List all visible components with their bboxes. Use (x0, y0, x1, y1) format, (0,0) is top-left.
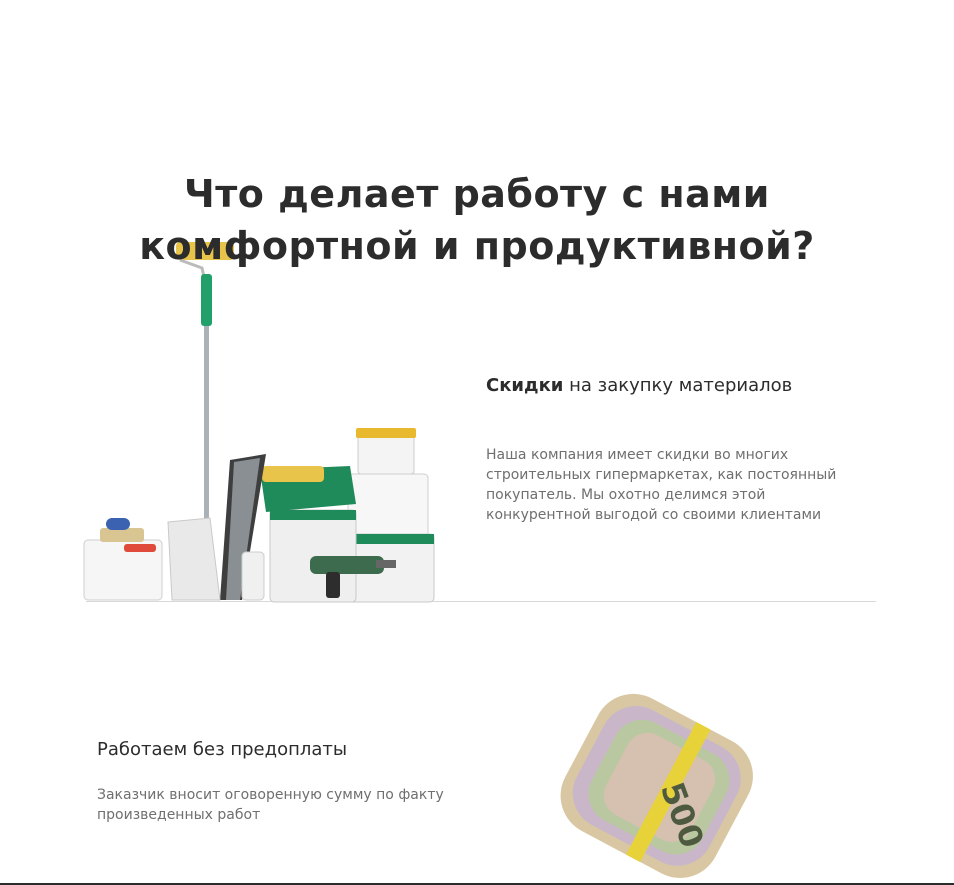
money-roll-image: 500 (560, 693, 753, 878)
feature-title-bold: Скидки (486, 375, 564, 396)
section-heading: Что делает работу с нами комфортной и пр… (0, 168, 954, 272)
text-line: Наша компания имеет скидки во многих (486, 447, 789, 463)
feature-title-rest: на закупку материалов (563, 375, 793, 396)
text-line: конкурентной выгодой со своими клиентами (486, 507, 822, 523)
feature-title-no-prepayment: Работаем без предоплаты (97, 739, 348, 760)
feature-text-no-prepayment: Заказчик вносит оговоренную сумму по фак… (97, 785, 457, 825)
heading-line-2: комфортной и продуктивной? (139, 224, 815, 268)
roller-handle (201, 274, 212, 326)
text-line: строительных гипермаркетах, как постоянн… (486, 467, 837, 483)
roller-pole (204, 326, 209, 526)
heading-line-1: Что делает работу с нами (184, 172, 770, 216)
feature-title-discounts: Скидки на закупку материалов (486, 375, 792, 396)
feature-text-discounts: Наша компания имеет скидки во многих стр… (486, 445, 846, 525)
text-line: покупатель. Мы охотно делимся этой (486, 487, 766, 503)
text-line: произведенных работ (97, 807, 261, 823)
text-line: Заказчик вносит оговоренную сумму по фак… (97, 787, 444, 803)
painting-supplies-image (83, 242, 435, 603)
